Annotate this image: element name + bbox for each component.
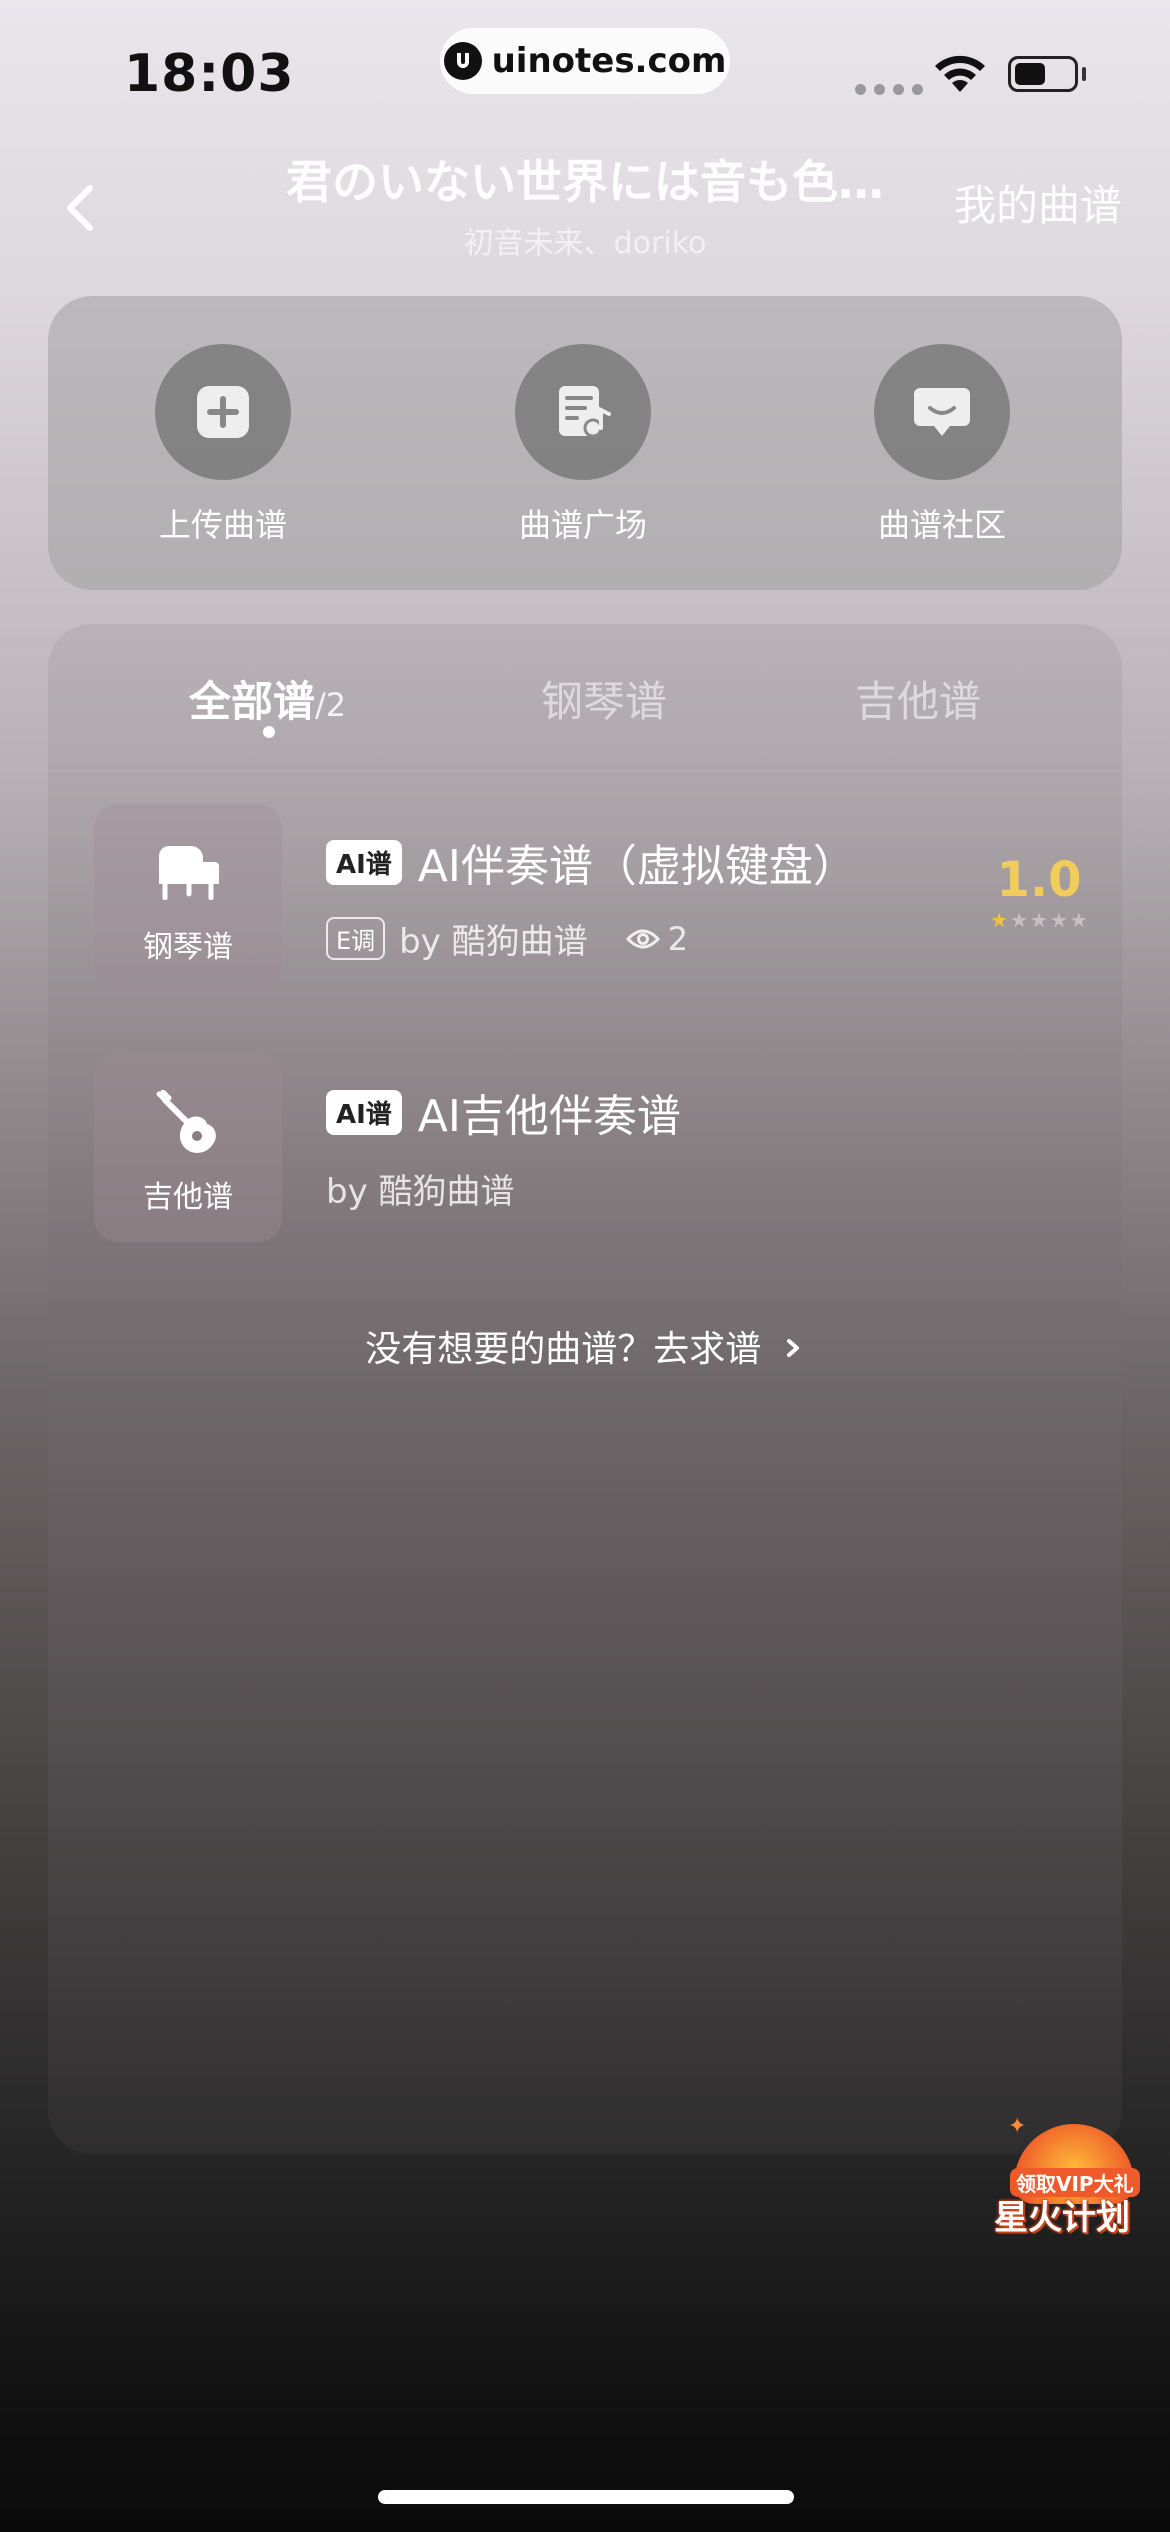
score-community-circle [874, 344, 1010, 480]
url-text: uinotes.com [491, 41, 727, 81]
promo-title: 星火计划 [994, 2198, 1130, 2238]
score-meta: by 酷狗曲谱 [326, 1164, 515, 1213]
score-title-row: AI谱 AI吉他伴奏谱 [326, 1080, 681, 1144]
views: 2 [625, 919, 689, 958]
score-item[interactable]: 钢琴谱 AI谱 AI伴奏谱（虚拟键盘） E调 by 酷狗曲谱 2 1.0 ★ ★… [94, 804, 1094, 994]
score-meta: E调 by 酷狗曲谱 2 [326, 914, 688, 963]
score-title-row: AI谱 AI伴奏谱（虚拟键盘） [326, 830, 857, 894]
ai-badge: AI谱 [326, 1089, 402, 1135]
rating: 1.0 ★ ★ ★ ★ ★ [984, 852, 1094, 930]
star-icon: ★ [1030, 908, 1048, 932]
battery-tip [1082, 67, 1086, 81]
tab-all-count: /2 [315, 686, 347, 724]
upload-circle [155, 344, 291, 480]
guitar-icon [156, 1090, 216, 1153]
score-author: by 酷狗曲谱 [326, 1172, 515, 1212]
sheet-music-icon [559, 386, 611, 438]
star-icon: ★ [1069, 908, 1088, 932]
signal-icon [855, 84, 923, 95]
rating-value: 1.0 [996, 852, 1082, 908]
chat-bubble-icon [914, 388, 970, 436]
score-author: by 酷狗曲谱 [399, 922, 588, 962]
score-square-button[interactable]: 曲谱广场 [473, 344, 693, 546]
page-header: 君のいない世界には音も色… 初音未来、doriko 我的曲谱 [0, 140, 1170, 270]
ai-badge: AI谱 [326, 839, 402, 885]
score-title: AI吉他伴奏谱 [417, 1091, 681, 1142]
score-item[interactable]: 吉他谱 AI谱 AI吉他伴奏谱 by 酷狗曲谱 [94, 1054, 1094, 1244]
request-score-label: 没有想要的曲谱？去求谱 [365, 1329, 762, 1370]
promo-badge[interactable]: ✦ 领取VIP大礼 星火计划 [994, 2114, 1150, 2244]
tab-all-label: 全部谱 [189, 677, 316, 726]
score-square-circle [515, 344, 651, 480]
status-bar: 18:03 uinotes.com [0, 0, 1170, 130]
sparkle-icon: ✦ [1008, 2114, 1027, 2139]
score-community-label: 曲谱社区 [877, 506, 1006, 544]
home-indicator [378, 2490, 794, 2504]
wifi-icon [935, 55, 985, 92]
upload-score-label: 上传曲谱 [158, 506, 287, 544]
score-community-button[interactable]: 曲谱社区 [832, 344, 1052, 546]
uinotes-logo-icon [443, 42, 482, 80]
score-square-label: 曲谱广场 [518, 506, 647, 544]
plus-icon [197, 386, 249, 438]
tab-piano[interactable]: 钢琴谱 [541, 668, 667, 729]
star-icon: ★ [1010, 908, 1029, 932]
score-title: AI伴奏谱（虚拟键盘） [417, 841, 857, 892]
star-icon: ★ [1049, 908, 1068, 932]
score-type-label: 吉他谱 [143, 1180, 233, 1215]
score-type-label: 钢琴谱 [143, 930, 233, 965]
piano-icon [159, 846, 219, 900]
tab-guitar[interactable]: 吉他谱 [855, 668, 981, 729]
song-title: 君のいない世界には音も色… [286, 155, 884, 209]
eye-icon [625, 929, 660, 948]
chevron-right-icon [786, 1339, 799, 1357]
score-type-thumb: 钢琴谱 [94, 804, 282, 992]
url-pill: uinotes.com [440, 28, 730, 94]
rating-stars: ★ ★ ★ ★ ★ [984, 910, 1094, 930]
back-icon[interactable] [52, 178, 112, 238]
star-icon: ★ [990, 908, 1009, 932]
score-type-thumb: 吉他谱 [94, 1054, 282, 1242]
score-list-card: 全部谱/2 钢琴谱 吉他谱 钢琴谱 AI谱 AI伴奏谱（虚拟键盘） E调 by … [48, 624, 1122, 2154]
view-count: 2 [667, 919, 689, 958]
request-score-link[interactable]: 没有想要的曲谱？去求谱 [0, 1320, 1170, 1372]
upload-score-button[interactable]: 上传曲谱 [113, 344, 333, 546]
song-artist: 初音未来、doriko [463, 226, 707, 261]
tab-all[interactable]: 全部谱/2 [189, 668, 346, 729]
key-badge: E调 [326, 917, 386, 960]
status-time: 18:03 [124, 44, 295, 104]
score-tabs: 全部谱/2 钢琴谱 吉他谱 [48, 624, 1122, 771]
battery-icon [1008, 56, 1078, 92]
quick-actions-card: 上传曲谱 曲谱广场 曲谱社区 [48, 296, 1122, 590]
my-scores-button[interactable]: 我的曲谱 [954, 172, 1122, 233]
active-tab-indicator [263, 726, 275, 738]
